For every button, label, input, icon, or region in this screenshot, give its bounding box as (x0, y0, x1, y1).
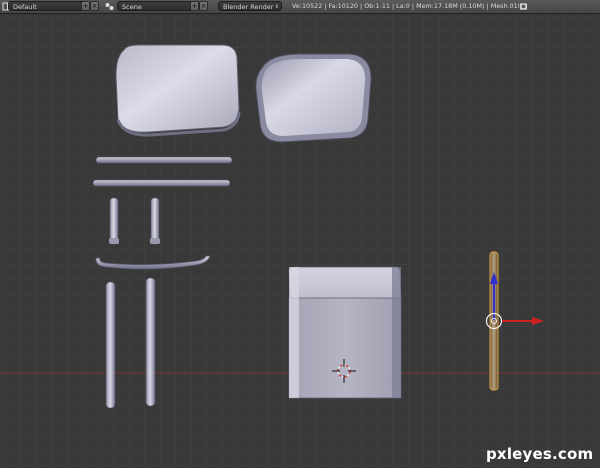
top-rail-mesh[interactable] (95, 156, 233, 164)
info-header: Default + × Scene + × Blender Render ⇕ V… (0, 0, 600, 14)
connector-right-mesh[interactable] (150, 197, 160, 245)
blender-window: Default + × Scene + × Blender Render ⇕ V… (0, 0, 600, 468)
3d-viewport[interactable] (0, 14, 600, 468)
add-screen-button[interactable]: + (81, 1, 90, 11)
scene-icon[interactable] (104, 1, 115, 12)
cube-mesh[interactable] (288, 266, 402, 399)
leg-left-mesh[interactable] (105, 281, 116, 409)
seat-back-panel-mesh[interactable] (115, 44, 241, 137)
render-icon[interactable] (518, 1, 529, 12)
lower-rail-mesh[interactable] (92, 179, 231, 187)
render-engine-label: Blender Render (223, 3, 274, 11)
delete-screen-button[interactable]: × (90, 1, 99, 11)
scene-statistics: Ve:10522 | Fa:10120 | Ob:1-11 | La:0 | M… (292, 2, 522, 10)
connector-left-mesh[interactable] (109, 197, 119, 245)
seat-panel-mesh[interactable] (255, 53, 372, 143)
render-engine-select[interactable]: Blender Render ⇕ (218, 1, 282, 11)
leg-right-mesh[interactable] (145, 277, 156, 407)
scene-field[interactable]: Scene (117, 1, 195, 11)
screen-layout-field[interactable]: Default (8, 1, 86, 11)
delete-scene-button[interactable]: × (199, 1, 208, 11)
dropdown-arrow-icon: ⇕ (274, 4, 279, 10)
watermark-logo: pxleyes.com (486, 445, 594, 463)
add-scene-button[interactable]: + (190, 1, 199, 11)
